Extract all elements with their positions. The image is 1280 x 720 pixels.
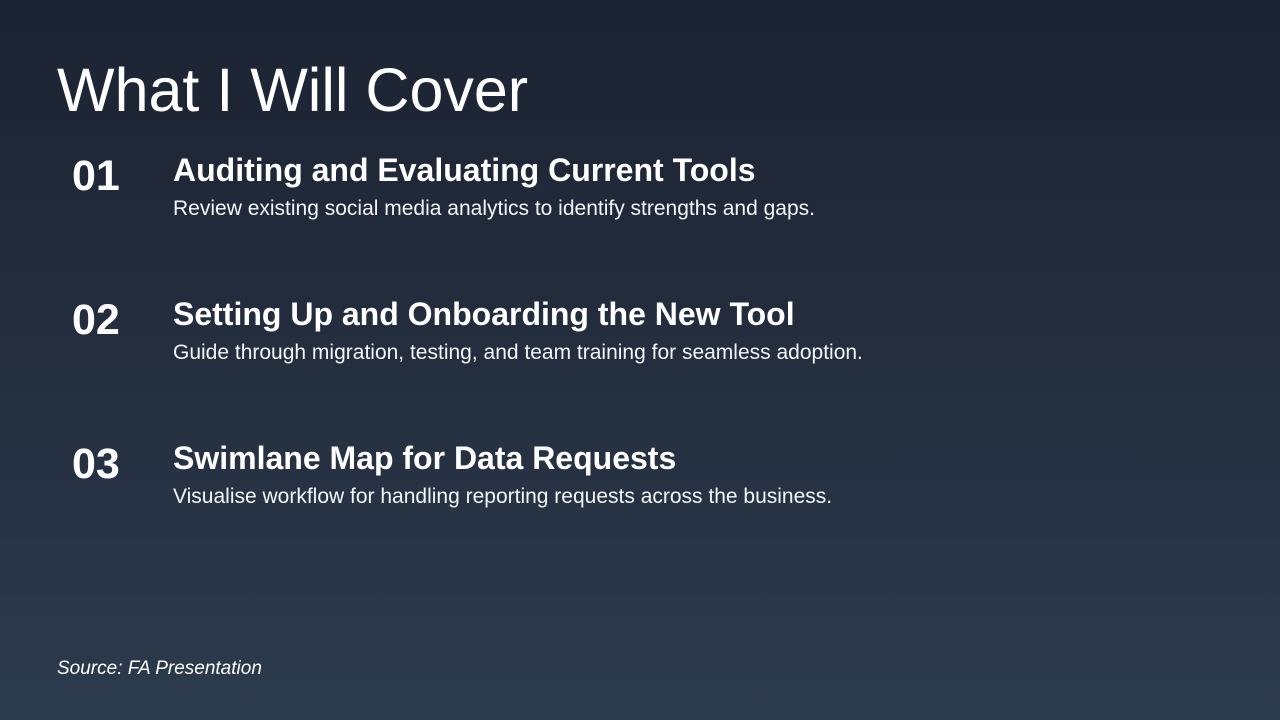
agenda-item: 03 Swimlane Map for Data Requests Visual… [0,440,1280,560]
agenda-item-description: Visualise workflow for handling reportin… [173,485,833,508]
source-note: Source: FA Presentation [57,658,262,679]
agenda-item-number: 01 [72,152,120,200]
agenda-item: 01 Auditing and Evaluating Current Tools… [0,152,1280,272]
agenda-item-heading: Swimlane Map for Data Requests [173,440,677,476]
agenda-item-description: Guide through migration, testing, and te… [173,341,863,364]
agenda-item-number: 03 [72,440,120,488]
agenda-item-number: 02 [72,296,120,344]
agenda-item-heading: Auditing and Evaluating Current Tools [173,152,756,188]
slide: What I Will Cover 01 Auditing and Evalua… [0,0,1280,720]
agenda-item-heading: Setting Up and Onboarding the New Tool [173,296,795,332]
agenda-item: 02 Setting Up and Onboarding the New Too… [0,296,1280,416]
slide-title: What I Will Cover [57,56,529,124]
agenda-item-description: Review existing social media analytics t… [173,197,815,220]
